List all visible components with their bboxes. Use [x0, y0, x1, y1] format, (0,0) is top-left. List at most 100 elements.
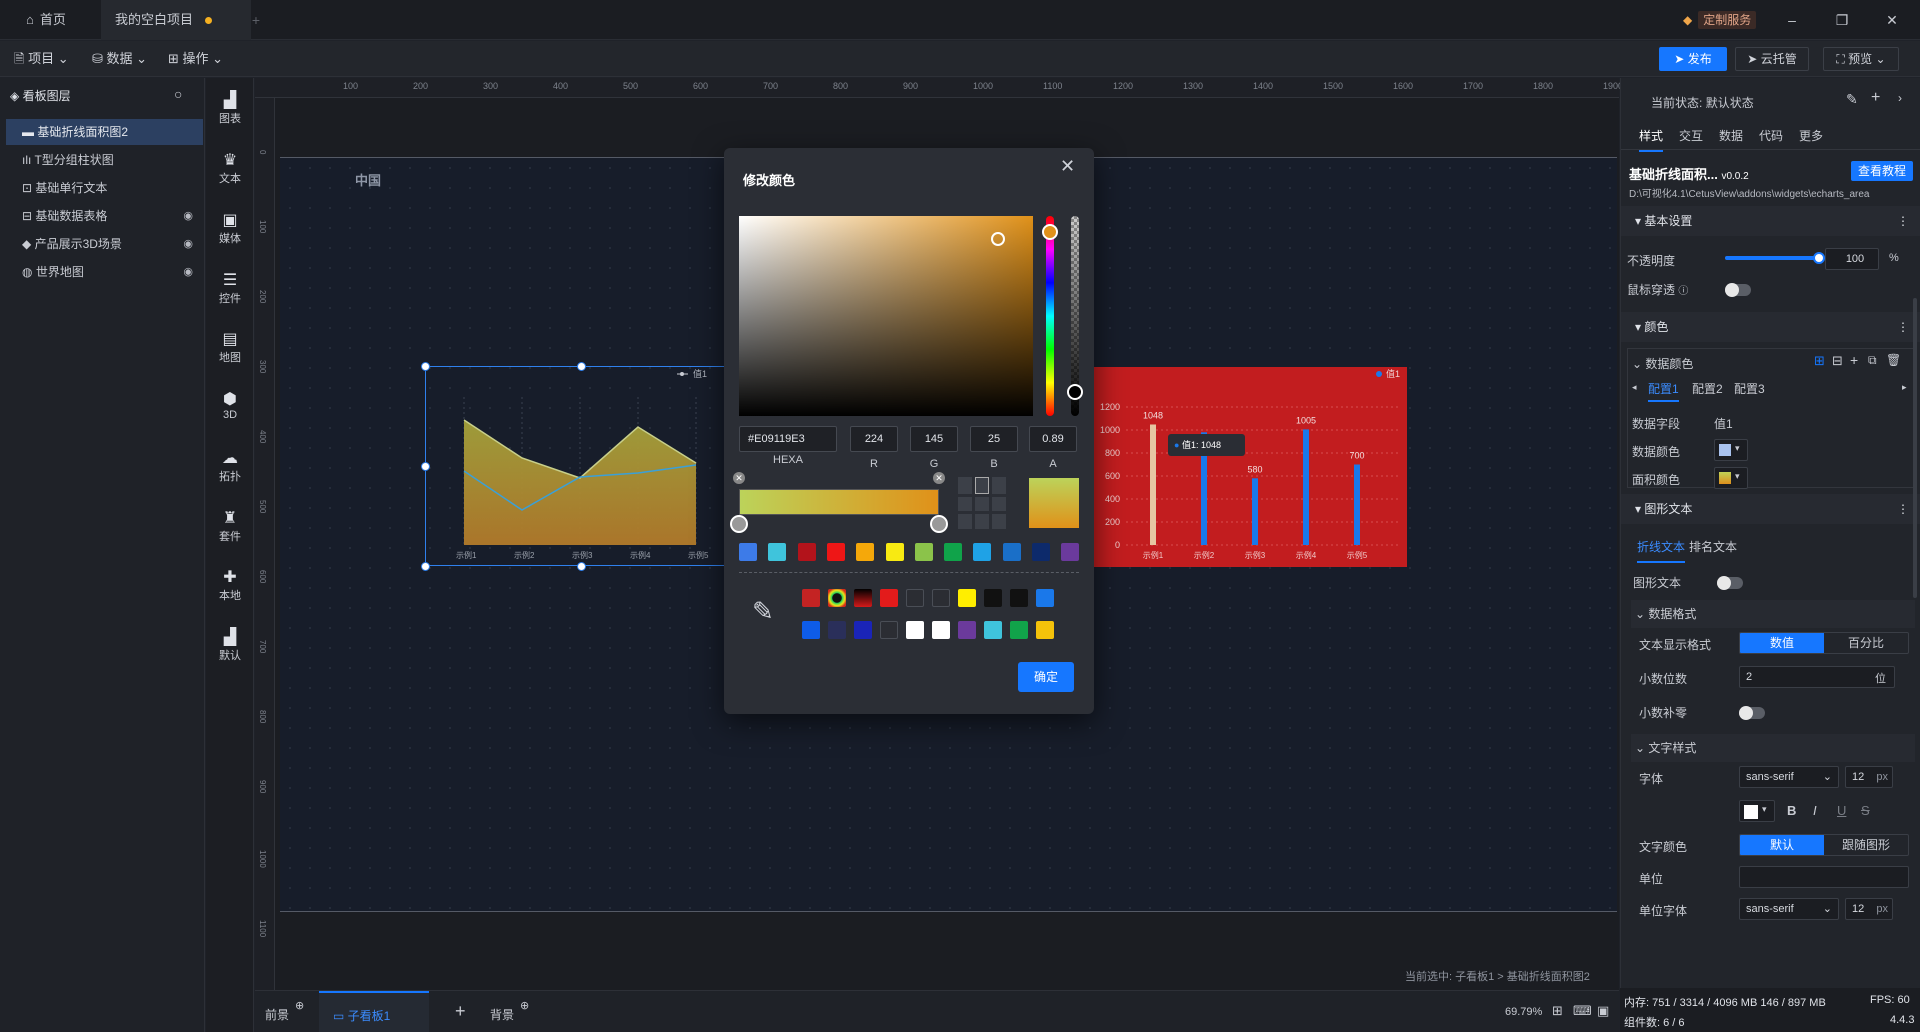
search-icon[interactable]: ○: [174, 86, 182, 102]
unit-input[interactable]: [1739, 866, 1909, 888]
table-icon[interactable]: ⊞: [1814, 353, 1825, 369]
format-value-option[interactable]: 数值: [1740, 633, 1824, 653]
tab-foreground[interactable]: 前景: [265, 1006, 289, 1023]
keyboard-icon[interactable]: ⌨: [1573, 1003, 1592, 1019]
gradient-stop-end[interactable]: [930, 515, 948, 533]
section-color[interactable]: ▾ 颜色 ⋮: [1621, 312, 1920, 342]
color-swatch[interactable]: [856, 543, 875, 561]
color-swatch[interactable]: [1010, 621, 1028, 639]
remove-stop-icon[interactable]: ✕: [733, 472, 745, 484]
color-swatch[interactable]: [880, 589, 898, 607]
opacity-slider-thumb[interactable]: [1813, 252, 1825, 264]
shape-text-toggle[interactable]: [1717, 576, 1743, 590]
layer-item[interactable]: ▬ 基础折线面积图2: [6, 119, 203, 145]
font-select[interactable]: sans-serif ⌄: [1739, 766, 1839, 788]
unit-font-size-input[interactable]: 12 px: [1845, 898, 1893, 920]
color-swatch[interactable]: [797, 543, 816, 561]
opacity-slider[interactable]: [1725, 252, 1825, 264]
close-icon[interactable]: ✕: [1060, 156, 1075, 177]
area-chart-widget[interactable]: 示例1 示例2 示例3 示例4 示例5 值1: [421, 362, 737, 571]
green-input[interactable]: 145: [910, 426, 958, 452]
bold-icon[interactable]: B: [1787, 803, 1796, 818]
color-swatch[interactable]: [906, 621, 924, 639]
pad-zero-toggle[interactable]: [1739, 706, 1765, 720]
trash-icon[interactable]: 🗑: [1886, 353, 1901, 367]
color-swatch[interactable]: [1061, 543, 1080, 561]
color-swatch[interactable]: [1002, 543, 1021, 561]
category-control[interactable]: ☰ 控件: [206, 272, 254, 306]
bar[interactable]: [1354, 464, 1360, 546]
gradient-bar[interactable]: [739, 489, 939, 515]
color-swatch[interactable]: [885, 543, 904, 561]
tab-style[interactable]: 样式: [1639, 127, 1664, 152]
section-data-format[interactable]: ⌄ 数据格式: [1631, 600, 1915, 628]
tab-home[interactable]: ⌂ 首页: [12, 0, 80, 40]
config-tab-3[interactable]: 配置3: [1734, 380, 1765, 397]
tab-more[interactable]: 更多: [1799, 127, 1823, 144]
area-color-picker[interactable]: ▾: [1714, 467, 1748, 489]
more-icon[interactable]: ⋮: [1897, 206, 1909, 236]
layer-item[interactable]: ◆ 产品展示3D场景 ◉: [6, 231, 203, 257]
bar[interactable]: [1150, 424, 1156, 545]
category-text[interactable]: ♛ 文本: [206, 152, 254, 186]
blue-input[interactable]: 25: [970, 426, 1018, 452]
menu-project[interactable]: 🗎 项目 ⌄: [14, 49, 69, 69]
resize-handle[interactable]: [421, 462, 430, 471]
text-color-follow-option[interactable]: 跟随图形: [1824, 835, 1908, 855]
saturation-panel[interactable]: [739, 216, 1033, 416]
color-swatch[interactable]: [802, 589, 820, 607]
remove-stop-icon[interactable]: ✕: [933, 472, 945, 484]
section-text-style[interactable]: ⌄ 文字样式: [1631, 734, 1915, 762]
category-chart[interactable]: ▟ 图表: [206, 92, 254, 126]
fit-screen-icon[interactable]: ⊞: [1552, 1003, 1563, 1019]
bar-chart-widget[interactable]: 1200 1000 800 600 400 200 0 1048 580 1005 700 示例1…: [1094, 367, 1407, 567]
copy-icon[interactable]: ⧉: [1868, 353, 1877, 368]
edit-icon[interactable]: ✎: [1846, 91, 1858, 108]
color-swatch[interactable]: [854, 621, 872, 639]
color-swatch[interactable]: [802, 621, 820, 639]
tab-interaction[interactable]: 交互: [1679, 127, 1703, 144]
category-local[interactable]: ✚ 本地: [206, 569, 254, 603]
chevron-right-icon[interactable]: ›: [1898, 91, 1902, 105]
restore-icon[interactable]: ❐: [1834, 12, 1850, 28]
hidden-eye-icon[interactable]: ◉: [183, 231, 193, 257]
tab-background[interactable]: 背景: [490, 1006, 514, 1023]
color-swatch[interactable]: [973, 543, 992, 561]
preview-button[interactable]: ⛶ 预览 ⌄: [1823, 47, 1899, 71]
layer-item[interactable]: ılı T型分组柱状图: [6, 147, 203, 173]
text-color-default-option[interactable]: 默认: [1740, 835, 1824, 855]
config-tab-2[interactable]: 配置2: [1692, 380, 1723, 397]
hidden-eye-icon[interactable]: ◉: [183, 203, 193, 229]
alpha-input[interactable]: 0.89: [1029, 426, 1077, 452]
data-field-value[interactable]: 值1: [1714, 415, 1733, 432]
strikethrough-icon[interactable]: S: [1861, 803, 1870, 818]
color-swatch[interactable]: [984, 589, 1002, 607]
color-swatch[interactable]: [828, 621, 846, 639]
bar[interactable]: [1252, 478, 1258, 545]
add-background-icon[interactable]: ⊕: [520, 999, 529, 1012]
color-swatch[interactable]: [768, 543, 787, 561]
color-swatch[interactable]: [932, 589, 950, 607]
data-color-picker[interactable]: ▾: [1714, 439, 1748, 461]
category-topology[interactable]: ☁ 拓扑: [206, 450, 254, 484]
category-default[interactable]: ▟ 默认: [206, 629, 254, 663]
confirm-button[interactable]: 确定: [1018, 662, 1074, 692]
add-foreground-icon[interactable]: ⊕: [295, 999, 304, 1012]
add-icon[interactable]: +: [1871, 89, 1880, 107]
section-basic[interactable]: ▾ 基本设置 ⋮: [1621, 206, 1920, 236]
color-swatch[interactable]: [1010, 589, 1028, 607]
more-icon[interactable]: ⋮: [1897, 312, 1909, 342]
custom-service-button[interactable]: ◆ 定制服务: [1683, 9, 1757, 31]
subtab-rank-text[interactable]: 排名文本: [1689, 538, 1737, 555]
publish-button[interactable]: ➤ 发布: [1659, 47, 1727, 71]
color-swatch[interactable]: [914, 543, 933, 561]
section-shape-text[interactable]: ▾ 图形文本 ⋮: [1621, 494, 1920, 524]
bar[interactable]: [1303, 429, 1309, 545]
gradient-direction-grid[interactable]: [958, 477, 1010, 529]
resize-handle[interactable]: [577, 362, 586, 371]
hue-slider[interactable]: [1042, 216, 1058, 416]
red-input[interactable]: 224: [850, 426, 898, 452]
saturation-cursor[interactable]: [991, 232, 1005, 246]
resize-handle[interactable]: [421, 362, 430, 371]
color-swatch[interactable]: [739, 543, 757, 561]
